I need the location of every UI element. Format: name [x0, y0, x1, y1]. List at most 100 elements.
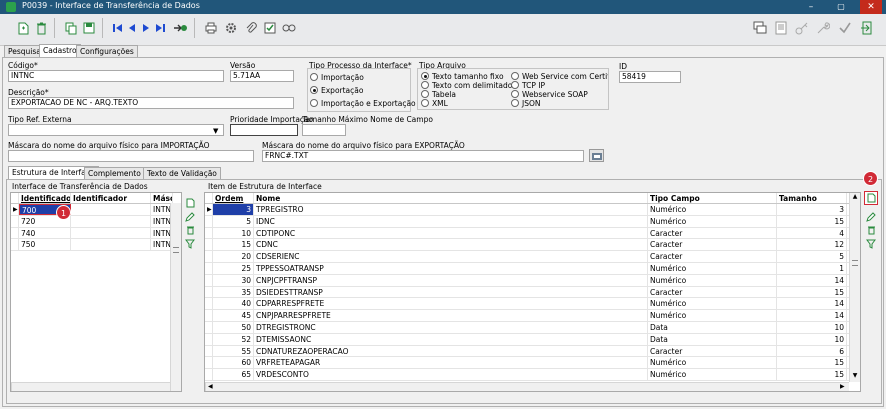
right-table-row[interactable]: 50 DTREGISTRONC Data 10 [205, 321, 860, 334]
edit-item-icon[interactable] [865, 211, 877, 223]
descricao-input[interactable]: EXPORTACAO DE NC - ARQ.TEXTO [8, 97, 294, 109]
new-icon[interactable] [16, 21, 30, 35]
wrench-icon[interactable] [813, 18, 833, 38]
header-mascara[interactable]: Máscar [151, 193, 173, 203]
versao-input[interactable]: 5.71AA [230, 70, 294, 82]
attachment-icon[interactable] [244, 21, 258, 35]
right-table-row[interactable]: 40 CDPARRESPFRETE Numérico 14 [205, 298, 860, 311]
left-h-scrollbar[interactable] [11, 382, 170, 391]
last-record-icon[interactable] [153, 21, 167, 35]
next-record-icon[interactable] [139, 21, 153, 35]
header-tipo-campo[interactable]: Tipo Campo [648, 193, 777, 203]
edit-row-icon[interactable] [184, 211, 196, 223]
left-table-row[interactable]: 740INTNC [11, 227, 181, 240]
identificador-cell: 750 [19, 239, 71, 251]
left-scrollbar[interactable] [170, 203, 181, 391]
screens-icon[interactable] [750, 18, 770, 38]
right-table-row[interactable]: 5 IDNC Numérico 15 [205, 215, 860, 228]
tamanho-campo-cell: 10 [777, 321, 847, 333]
tipo-ref-externa-select[interactable] [8, 124, 224, 136]
checkmark-icon[interactable] [835, 18, 855, 38]
add-row-icon[interactable] [184, 197, 196, 209]
scroll-left-icon[interactable]: ◀ [208, 383, 213, 390]
tam-max-input[interactable] [302, 124, 346, 136]
filter-icon[interactable] [184, 238, 196, 250]
checkbox-icon[interactable] [263, 21, 277, 35]
maximize-button[interactable]: ▢ [830, 0, 852, 14]
right-scrollbar[interactable]: ▲ ▼ [849, 193, 860, 382]
scroll-down-icon[interactable]: ▼ [850, 372, 860, 379]
previous-record-icon[interactable] [125, 21, 139, 35]
execute-icon[interactable] [173, 21, 187, 35]
tamanho-campo-cell: 4 [777, 227, 847, 239]
right-table-row[interactable]: 45 CNPJPARRESPFRETE Numérico 14 [205, 310, 860, 322]
ordem-cell: 35 [213, 286, 254, 298]
minimize-button[interactable]: – [800, 0, 822, 14]
right-table-row[interactable]: 35 DSIEDESTTRANSP Caracter 15 [205, 286, 860, 299]
right-table-row[interactable]: 10 CDTIPONC Caracter 4 [205, 227, 860, 240]
right-table-row[interactable]: 60 VRFRETEAPAGAR Numérico 15 [205, 357, 860, 370]
identificador-cell: 740 [19, 227, 71, 239]
delete-row-icon[interactable] [184, 224, 196, 236]
prioridade-input[interactable] [230, 124, 298, 136]
right-table-row[interactable]: 15 CDNC Caracter 12 [205, 239, 860, 252]
left-table-row[interactable]: 720INTNC [11, 215, 181, 228]
tab-configuracoes[interactable]: Configurações [76, 45, 138, 57]
delete-icon[interactable] [34, 21, 48, 35]
right-table-row[interactable]: 20 CDSERIENC Caracter 5 [205, 251, 860, 263]
document-icon[interactable] [771, 18, 791, 38]
radio-exportacao[interactable]: Exportação [310, 85, 363, 95]
save-icon[interactable] [82, 21, 96, 35]
add-item-icon [867, 193, 875, 203]
right-table-row[interactable]: 25 TPPESSOATRANSP Numérico 1 [205, 262, 860, 275]
header-ordem[interactable]: Ordem [213, 193, 254, 203]
mascara-exportacao-input[interactable]: FRNC#.TXT [262, 150, 584, 162]
chevron-down-icon[interactable]: ▼ [213, 127, 218, 135]
left-table-row[interactable]: 750INTNC [11, 239, 181, 252]
radio-json-circle [511, 99, 519, 107]
tab-complemento[interactable]: Complemento [84, 167, 145, 179]
delete-item-icon[interactable] [865, 224, 877, 236]
add-item-button[interactable] [864, 191, 878, 205]
key-icon[interactable] [792, 18, 812, 38]
first-record-icon[interactable] [111, 21, 125, 35]
header-identificador[interactable]: Identificador [19, 193, 71, 203]
nome-cell: CDNATUREZAOPERACAO [254, 345, 648, 357]
right-table-row[interactable]: 30 CNPJCPFTRANSP Numérico 14 [205, 274, 860, 287]
right-table-row[interactable]: ▶ 3 TPREGISTRO Numérico 3 [205, 204, 860, 216]
radio-exportacao-circle [310, 86, 318, 94]
ordem-cell: 15 [213, 239, 254, 251]
tab-texto-validacao[interactable]: Texto de Validação [143, 167, 221, 179]
tab-cadastro[interactable]: Cadastro [39, 44, 81, 57]
close-button[interactable]: ✕ [860, 0, 882, 14]
radio-tcp-circle [511, 81, 519, 89]
title-bar: P0039 - Interface de Transferência de Da… [0, 0, 886, 14]
link-icon[interactable] [282, 21, 296, 35]
print-icon[interactable] [204, 21, 218, 35]
browse-button[interactable] [589, 149, 604, 162]
copy-icon[interactable] [64, 21, 78, 35]
radio-importacao[interactable]: Importação [310, 72, 364, 82]
mascara-importacao-input[interactable] [8, 150, 254, 162]
left-table-row[interactable]: ▶700INTNC [11, 204, 181, 216]
right-table-row[interactable]: 55 CDNATUREZAOPERACAO Caracter 6 [205, 345, 860, 358]
codigo-input[interactable]: INTNC [8, 70, 224, 82]
exit-icon[interactable] [857, 18, 877, 38]
radio-importacao-exportacao[interactable]: Importação e Exportação [310, 98, 416, 108]
header-nome[interactable]: Nome [254, 193, 648, 203]
scroll-up-icon[interactable]: ▲ [850, 193, 860, 200]
id-input[interactable]: 58419 [619, 71, 681, 83]
gear-icon[interactable] [224, 21, 238, 35]
right-table-row[interactable]: 52 DTEMISSAONC Data 10 [205, 333, 860, 346]
prioridade-label: Prioridade Importação [230, 115, 314, 124]
radio-xml[interactable]: XML [421, 98, 448, 108]
header-tamanho-campo[interactable]: Tamanho Campo [777, 193, 847, 203]
scroll-right-icon[interactable]: ▶ [840, 383, 845, 390]
radio-exportacao-label: Exportação [321, 85, 364, 95]
filter-item-icon[interactable] [865, 238, 877, 250]
right-h-scrollbar[interactable]: ◀ ▶ [205, 382, 849, 391]
radio-json[interactable]: JSON [511, 98, 541, 108]
header-identificador-externo[interactable]: Identificador Externo [71, 193, 151, 203]
ordem-cell: 40 [213, 298, 254, 310]
right-table-row[interactable]: 65 VRDESCONTO Numérico 15 [205, 369, 860, 381]
